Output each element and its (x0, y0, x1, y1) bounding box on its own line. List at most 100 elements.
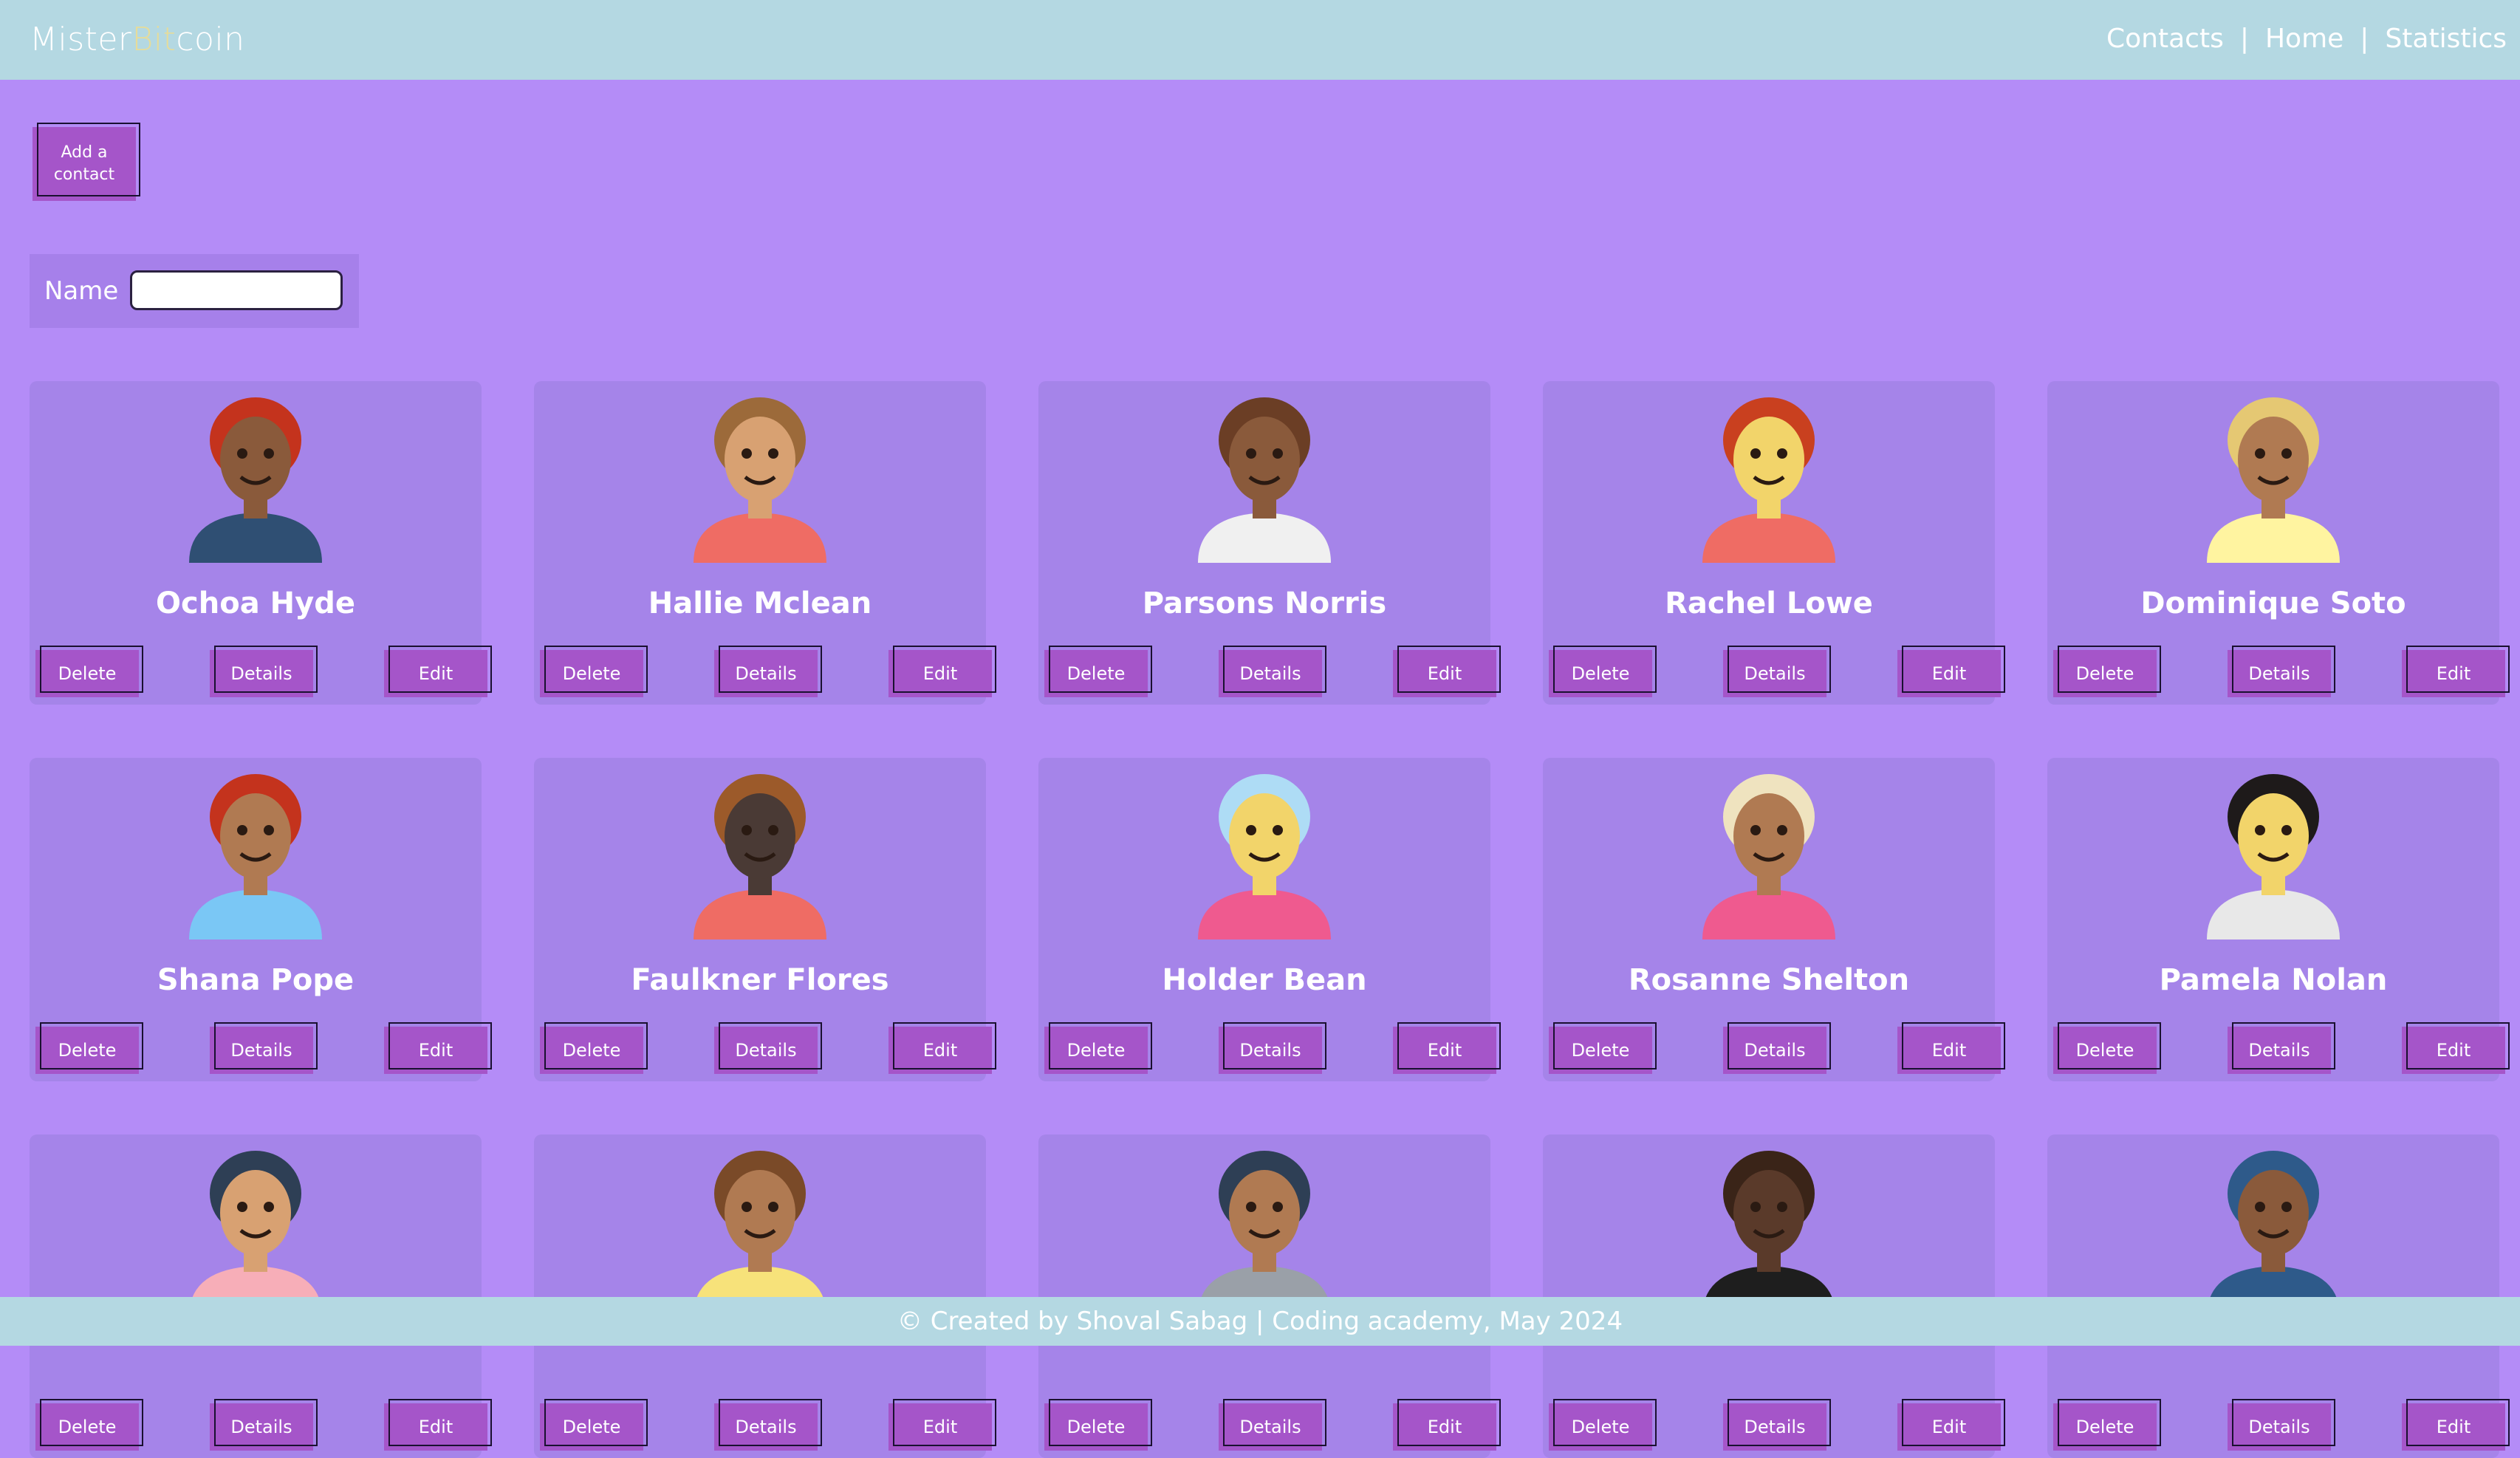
details-button[interactable]: Details (1219, 646, 1326, 697)
contact-card[interactable]: Faulkner Flores Delete Details Edit (534, 758, 996, 1081)
edit-button[interactable]: Edit (1393, 1022, 1501, 1074)
edit-button-label: Edit (1427, 1040, 1462, 1061)
edit-button[interactable]: Edit (384, 1022, 492, 1074)
nav-home-link[interactable]: Home (2265, 24, 2343, 54)
app-logo[interactable]: MisterBitcoin (30, 21, 245, 58)
delete-button[interactable]: Delete (2053, 1022, 2161, 1074)
edit-button[interactable]: Edit (888, 1022, 996, 1074)
details-button-label: Details (230, 663, 292, 684)
contact-avatar-icon (1198, 774, 1331, 940)
contact-card[interactable]: Rachel Lowe Delete Details Edit (1543, 381, 2005, 705)
details-button-label: Details (2248, 1417, 2310, 1437)
contact-card[interactable]: Delete Details Edit (1543, 1134, 2005, 1458)
nav-statistics-link[interactable]: Statistics (2385, 24, 2507, 54)
contact-name: Hallie Mclean (648, 586, 872, 620)
details-button[interactable]: Details (714, 1399, 822, 1451)
details-button[interactable]: Details (1723, 1022, 1831, 1074)
nav-contacts-link[interactable]: Contacts (2106, 24, 2224, 54)
delete-button[interactable]: Delete (1044, 1022, 1152, 1074)
contact-card[interactable]: Pamela Nolan Delete Details Edit (2047, 758, 2510, 1081)
contact-avatar-icon (1702, 397, 1835, 563)
details-button-label: Details (1239, 1040, 1301, 1061)
details-button[interactable]: Details (1219, 1399, 1326, 1451)
contact-card[interactable]: Parsons Norris Delete Details Edit (1038, 381, 1501, 705)
contact-avatar-icon (694, 1151, 826, 1316)
contact-avatar-icon (189, 397, 322, 563)
edit-button[interactable]: Edit (1897, 1399, 2005, 1451)
edit-button-label: Edit (922, 1417, 958, 1437)
contact-card[interactable]: Delete Details Edit (30, 1134, 492, 1458)
details-button[interactable]: Details (1219, 1022, 1326, 1074)
details-button-label: Details (1239, 663, 1301, 684)
details-button[interactable]: Details (210, 1022, 318, 1074)
contact-name: Rosanne Shelton (1628, 963, 1910, 997)
edit-button-label: Edit (922, 1040, 958, 1061)
delete-button[interactable]: Delete (1044, 646, 1152, 697)
details-button-label: Details (735, 1040, 797, 1061)
edit-button[interactable]: Edit (1393, 646, 1501, 697)
delete-button-label: Delete (1571, 1040, 1630, 1061)
contact-card[interactable]: Hallie Mclean Delete Details Edit (534, 381, 996, 705)
edit-button[interactable]: Edit (1393, 1399, 1501, 1451)
edit-button[interactable]: Edit (2402, 1399, 2510, 1451)
edit-button-label: Edit (2436, 663, 2471, 684)
add-contact-label: Add a contact (53, 143, 115, 184)
contact-card[interactable]: Holder Bean Delete Details Edit (1038, 758, 1501, 1081)
delete-button[interactable]: Delete (540, 1399, 648, 1451)
add-contact-button[interactable]: Add a contact (32, 123, 140, 201)
details-button[interactable]: Details (210, 646, 318, 697)
details-button-label: Details (735, 1417, 797, 1437)
details-button[interactable]: Details (2228, 646, 2335, 697)
contact-name: Ochoa Hyde (156, 586, 355, 620)
delete-button[interactable]: Delete (1549, 646, 1657, 697)
details-button-label: Details (2248, 663, 2310, 684)
delete-button[interactable]: Delete (2053, 646, 2161, 697)
filter-name-input[interactable] (130, 270, 343, 310)
contact-card[interactable]: Shana Pope Delete Details Edit (30, 758, 492, 1081)
delete-button[interactable]: Delete (35, 646, 143, 697)
contact-card[interactable]: Delete Details Edit (534, 1134, 996, 1458)
edit-button-label: Edit (418, 1040, 453, 1061)
footer-credit: © Created by Shoval Sabag | Coding acade… (897, 1307, 1623, 1336)
edit-button-label: Edit (2436, 1417, 2471, 1437)
contact-card[interactable]: Dominique Soto Delete Details Edit (2047, 381, 2510, 705)
edit-button-label: Edit (1427, 1417, 1462, 1437)
details-button-label: Details (1239, 1417, 1301, 1437)
details-button-label: Details (230, 1040, 292, 1061)
delete-button[interactable]: Delete (1549, 1022, 1657, 1074)
details-button[interactable]: Details (2228, 1399, 2335, 1451)
details-button[interactable]: Details (714, 646, 822, 697)
nav-separator: | (2360, 24, 2369, 54)
edit-button[interactable]: Edit (888, 1399, 996, 1451)
details-button[interactable]: Details (1723, 646, 1831, 697)
details-button-label: Details (735, 663, 797, 684)
details-button-label: Details (1744, 1417, 1806, 1437)
delete-button-label: Delete (58, 1040, 117, 1061)
contact-avatar-icon (189, 1151, 322, 1316)
contact-card[interactable]: Delete Details Edit (1038, 1134, 1501, 1458)
delete-button[interactable]: Delete (540, 1022, 648, 1074)
edit-button[interactable]: Edit (1897, 646, 2005, 697)
delete-button[interactable]: Delete (1549, 1399, 1657, 1451)
edit-button-label: Edit (1931, 663, 1967, 684)
contact-avatar-icon (2207, 1151, 2340, 1316)
contact-avatar-icon (189, 774, 322, 940)
delete-button[interactable]: Delete (35, 1022, 143, 1074)
edit-button[interactable]: Edit (384, 1399, 492, 1451)
delete-button[interactable]: Delete (2053, 1399, 2161, 1451)
details-button[interactable]: Details (210, 1399, 318, 1451)
details-button[interactable]: Details (714, 1022, 822, 1074)
delete-button[interactable]: Delete (1044, 1399, 1152, 1451)
delete-button[interactable]: Delete (35, 1399, 143, 1451)
contact-card[interactable]: Rosanne Shelton Delete Details Edit (1543, 758, 2005, 1081)
delete-button[interactable]: Delete (540, 646, 648, 697)
details-button[interactable]: Details (2228, 1022, 2335, 1074)
edit-button[interactable]: Edit (2402, 1022, 2510, 1074)
contact-card[interactable]: Ochoa Hyde Delete Details Edit (30, 381, 492, 705)
contact-card[interactable]: Delete Details Edit (2047, 1134, 2510, 1458)
edit-button[interactable]: Edit (2402, 646, 2510, 697)
edit-button[interactable]: Edit (1897, 1022, 2005, 1074)
edit-button[interactable]: Edit (384, 646, 492, 697)
edit-button[interactable]: Edit (888, 646, 996, 697)
details-button[interactable]: Details (1723, 1399, 1831, 1451)
